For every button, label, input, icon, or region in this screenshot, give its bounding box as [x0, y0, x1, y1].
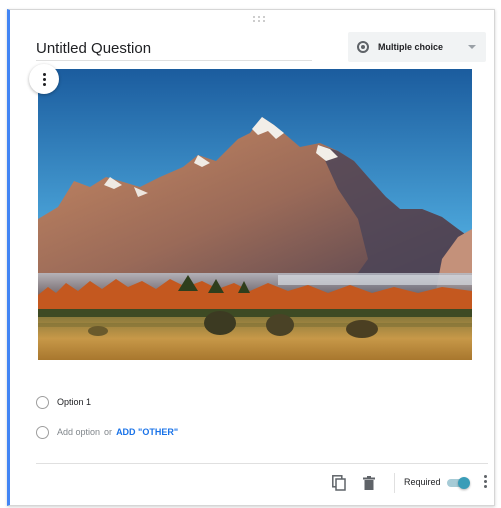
add-option-input[interactable]: Add option — [57, 427, 100, 437]
or-label: or — [104, 427, 113, 437]
add-option-row[interactable]: Add option or ADD "OTHER" — [36, 422, 178, 442]
caret-down-icon — [468, 45, 476, 49]
image-options-button[interactable] — [29, 64, 59, 94]
more-vertical-icon — [42, 72, 46, 86]
radio-button-icon — [357, 41, 369, 53]
option-row[interactable]: Option 1 — [36, 392, 91, 412]
mountain-landscape-image — [38, 69, 472, 360]
radio-button-icon — [36, 425, 49, 439]
required-label: Required — [404, 477, 441, 487]
copy-icon[interactable] — [332, 475, 346, 491]
required-toggle[interactable] — [446, 477, 472, 489]
trash-icon[interactable] — [363, 476, 375, 490]
toggle-knob — [458, 477, 470, 489]
more-vertical-icon[interactable] — [482, 475, 488, 491]
radio-button-icon[interactable] — [36, 395, 49, 409]
option-label[interactable]: Option 1 — [57, 397, 91, 407]
question-type-label: Multiple choice — [378, 42, 444, 52]
question-image[interactable] — [38, 69, 472, 360]
question-type-dropdown[interactable]: Multiple choice — [348, 32, 486, 62]
add-other-link[interactable]: ADD "OTHER" — [116, 427, 178, 437]
footer-divider — [36, 463, 488, 464]
drag-handle-icon[interactable] — [253, 16, 265, 22]
question-title-input[interactable]: Untitled Question — [36, 38, 312, 61]
footer-separator — [394, 473, 395, 493]
question-card[interactable]: Untitled Question Multiple choice Option… — [7, 9, 495, 506]
